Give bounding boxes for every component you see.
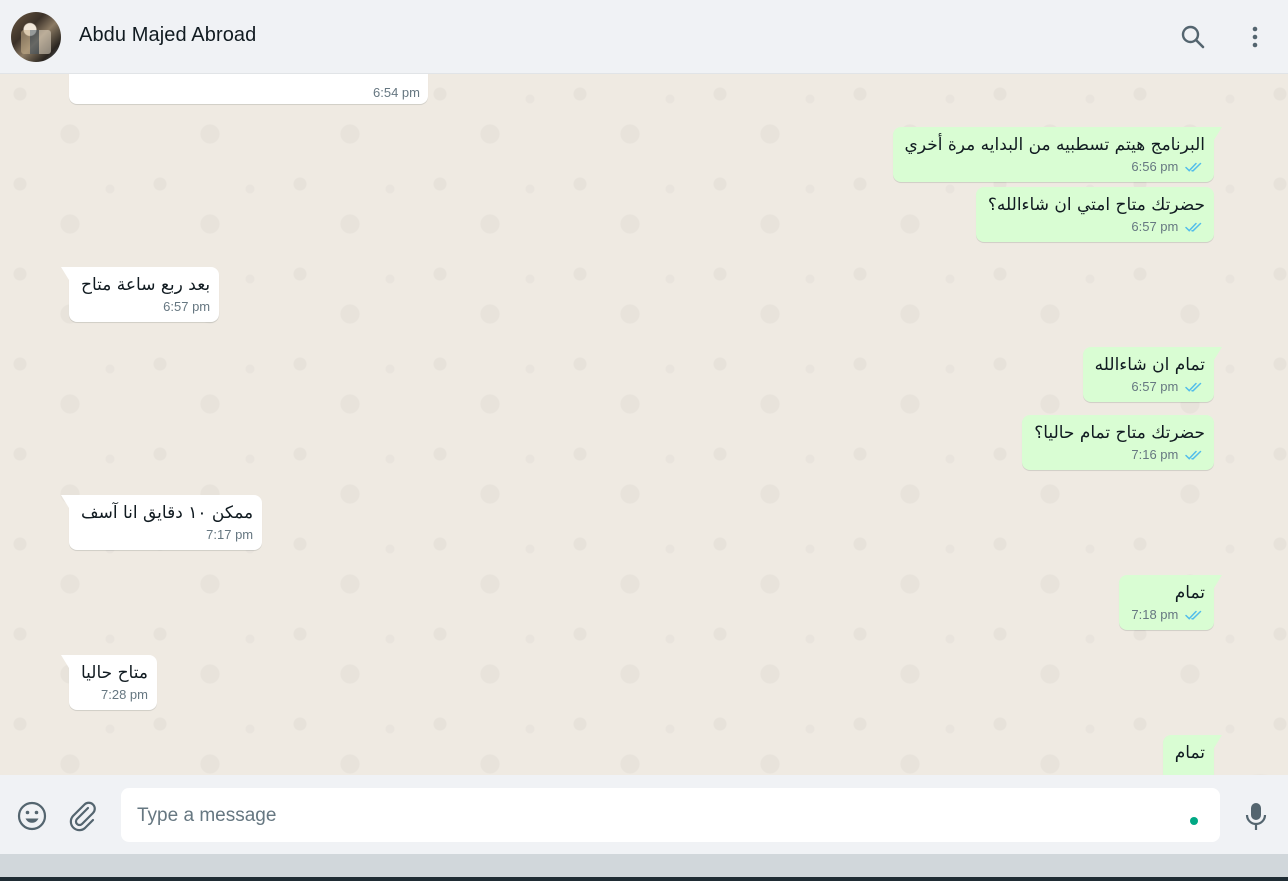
message-text: تمام (1174, 583, 1205, 603)
message-outgoing[interactable]: البرنامج هيتم تسطبيه من البدايه مرة أخري… (892, 127, 1223, 182)
message-meta: 6:56 pm (905, 159, 1205, 174)
conversation-panel[interactable]: 6:54 pm البرنامج هيتم تسطبيه من البدايه … (0, 74, 1288, 775)
message-time: 6:57 pm (1131, 219, 1179, 234)
taskbar-edge (0, 877, 1288, 881)
read-ticks-icon (1185, 610, 1202, 620)
read-ticks-icon (1185, 162, 1202, 172)
read-ticks-icon (1185, 450, 1202, 460)
message-time: 7:16 pm (1131, 447, 1179, 462)
message-text: حضرتك متاح امتي ان شاءالله؟ (987, 195, 1205, 215)
message-incoming[interactable]: بعد ربع ساعة متاح 6:57 pm (60, 267, 220, 322)
message-input[interactable] (135, 800, 1159, 832)
message-meta: 7:18 pm (1131, 607, 1205, 622)
status-dot (1190, 817, 1198, 825)
message-input-box[interactable] (121, 788, 1220, 842)
message-text: تمام (1174, 743, 1205, 763)
message-meta: 6:57 pm (988, 219, 1205, 234)
message-text: بعد ربع ساعة متاح (81, 275, 211, 295)
message-incoming[interactable]: 6:54 pm (69, 74, 428, 104)
menu-dots-icon[interactable] (1240, 22, 1270, 52)
message-time: 6:56 pm (1131, 159, 1179, 174)
mic-icon[interactable] (1240, 799, 1272, 833)
message-time: 7:18 pm (1131, 607, 1179, 622)
message-text: تمام ان شاءالله (1094, 355, 1205, 375)
message-meta: 7:16 pm (1034, 447, 1205, 462)
message-outgoing[interactable]: تمام 7:18 pm (1119, 575, 1222, 630)
contact-name[interactable]: Abdu Majed Abroad (79, 24, 256, 47)
message-text: ممكن ١٠ دقايق انا آسف (81, 503, 254, 523)
message-time: 6:54 pm (373, 85, 420, 100)
message-outgoing[interactable]: حضرتك متاح تمام حاليا؟ 7:16 pm (1022, 415, 1214, 470)
message-text: متاح حاليا (81, 663, 148, 683)
read-ticks-icon (1185, 222, 1202, 232)
message-meta: 6:57 pm (1095, 379, 1205, 394)
emoji-icon[interactable] (15, 799, 49, 833)
message-time: 6:57 pm (163, 299, 211, 314)
message-outgoing[interactable]: حضرتك متاح امتي ان شاءالله؟ 6:57 pm (975, 187, 1214, 242)
message-incoming[interactable]: متاح حاليا 7:28 pm (61, 655, 157, 710)
search-icon[interactable] (1178, 22, 1208, 52)
message-outgoing[interactable]: تمام ان شاءالله 6:57 pm (1082, 347, 1223, 402)
attach-icon[interactable] (66, 799, 100, 833)
message-outgoing[interactable]: تمام (1162, 735, 1223, 775)
window-bottom-strip (0, 854, 1288, 877)
message-time: 6:57 pm (1131, 379, 1179, 394)
message-time: 7:17 pm (206, 527, 254, 542)
chat-header: Abdu Majed Abroad (0, 0, 1288, 74)
message-text: حضرتك متاح تمام حاليا؟ (1034, 423, 1205, 443)
contact-avatar[interactable] (11, 12, 61, 62)
read-ticks-icon (1185, 382, 1202, 392)
message-time: 7:28 pm (101, 687, 148, 702)
message-incoming[interactable]: ممكن ١٠ دقايق انا آسف 7:17 pm (60, 495, 263, 550)
composer-bar (0, 775, 1288, 854)
message-text: البرنامج هيتم تسطبيه من البدايه مرة أخري (904, 135, 1205, 155)
